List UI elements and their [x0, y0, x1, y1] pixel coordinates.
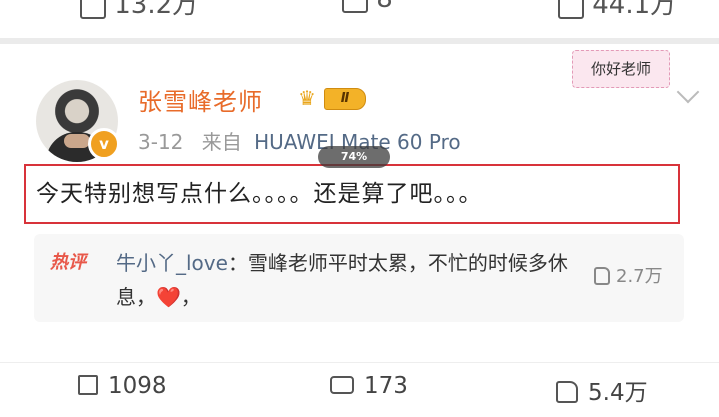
previous-share-count: 13.2万: [114, 0, 199, 20]
previous-post-actions: 13.2万 8 44.1万: [0, 0, 719, 38]
sticker: 你好老师: [572, 50, 670, 88]
verified-badge-icon: v: [88, 128, 120, 160]
hot-comment-author[interactable]: 牛小丫_love: [116, 251, 228, 275]
previous-comment-count: 8: [376, 0, 393, 14]
like-icon: [558, 0, 584, 19]
post-actions: 1098 173 5.4万: [0, 362, 719, 415]
post-card: v 张雪峰老师 ♛ Ⅱ 3-12 来自 HUAWEI Mate 60 Pro 你…: [0, 44, 719, 417]
thumbs-up-icon: [556, 381, 578, 403]
share-button[interactable]: 1098: [78, 373, 167, 399]
hot-comment[interactable]: 热评 牛小丫_love：雪峰老师平时太累，不忙的时候多休息，❤️， 2.7万: [34, 234, 684, 322]
post-date: 3-12: [138, 130, 184, 154]
comment-icon: [342, 0, 368, 13]
previous-share-button[interactable]: 13.2万: [80, 0, 198, 21]
comment-button[interactable]: 173: [330, 373, 408, 399]
vip-badge[interactable]: ♛ Ⅱ: [298, 84, 374, 112]
hot-comment-like-button[interactable]: 2.7万: [594, 262, 663, 288]
progress-indicator: 74%: [318, 146, 390, 168]
previous-like-count: 44.1万: [592, 0, 677, 20]
like-button[interactable]: 5.4万: [556, 373, 648, 407]
hot-comment-like-count: 2.7万: [616, 266, 663, 287]
thumbs-up-icon: [594, 267, 610, 285]
share-icon: [80, 0, 106, 19]
source-prefix: 来自: [201, 130, 242, 154]
hot-comment-tag: 热评: [50, 252, 86, 273]
hot-comment-body: 牛小丫_love：雪峰老师平时太累，不忙的时候多休息，❤️，: [116, 246, 596, 314]
comment-icon: [330, 376, 354, 394]
hot-comment-trailing: ，: [180, 285, 201, 309]
avatar-hands: [64, 134, 90, 148]
chevron-down-icon[interactable]: [676, 80, 700, 104]
previous-comment-button[interactable]: 8: [342, 0, 393, 14]
share-count: 1098: [108, 373, 167, 399]
share-icon: [78, 375, 98, 395]
previous-like-button[interactable]: 44.1万: [558, 0, 676, 21]
vip-level: Ⅱ: [324, 88, 366, 110]
post-meta: 3-12 来自 HUAWEI Mate 60 Pro: [138, 126, 461, 155]
post-content: 今天特别想写点什么。。。。还是算了吧。。。: [24, 164, 680, 224]
comment-count: 173: [364, 373, 408, 399]
username[interactable]: 张雪峰老师: [138, 82, 263, 117]
like-count: 5.4万: [588, 380, 648, 406]
crown-icon: ♛: [298, 86, 316, 110]
heart-icon: ❤️: [156, 285, 181, 309]
